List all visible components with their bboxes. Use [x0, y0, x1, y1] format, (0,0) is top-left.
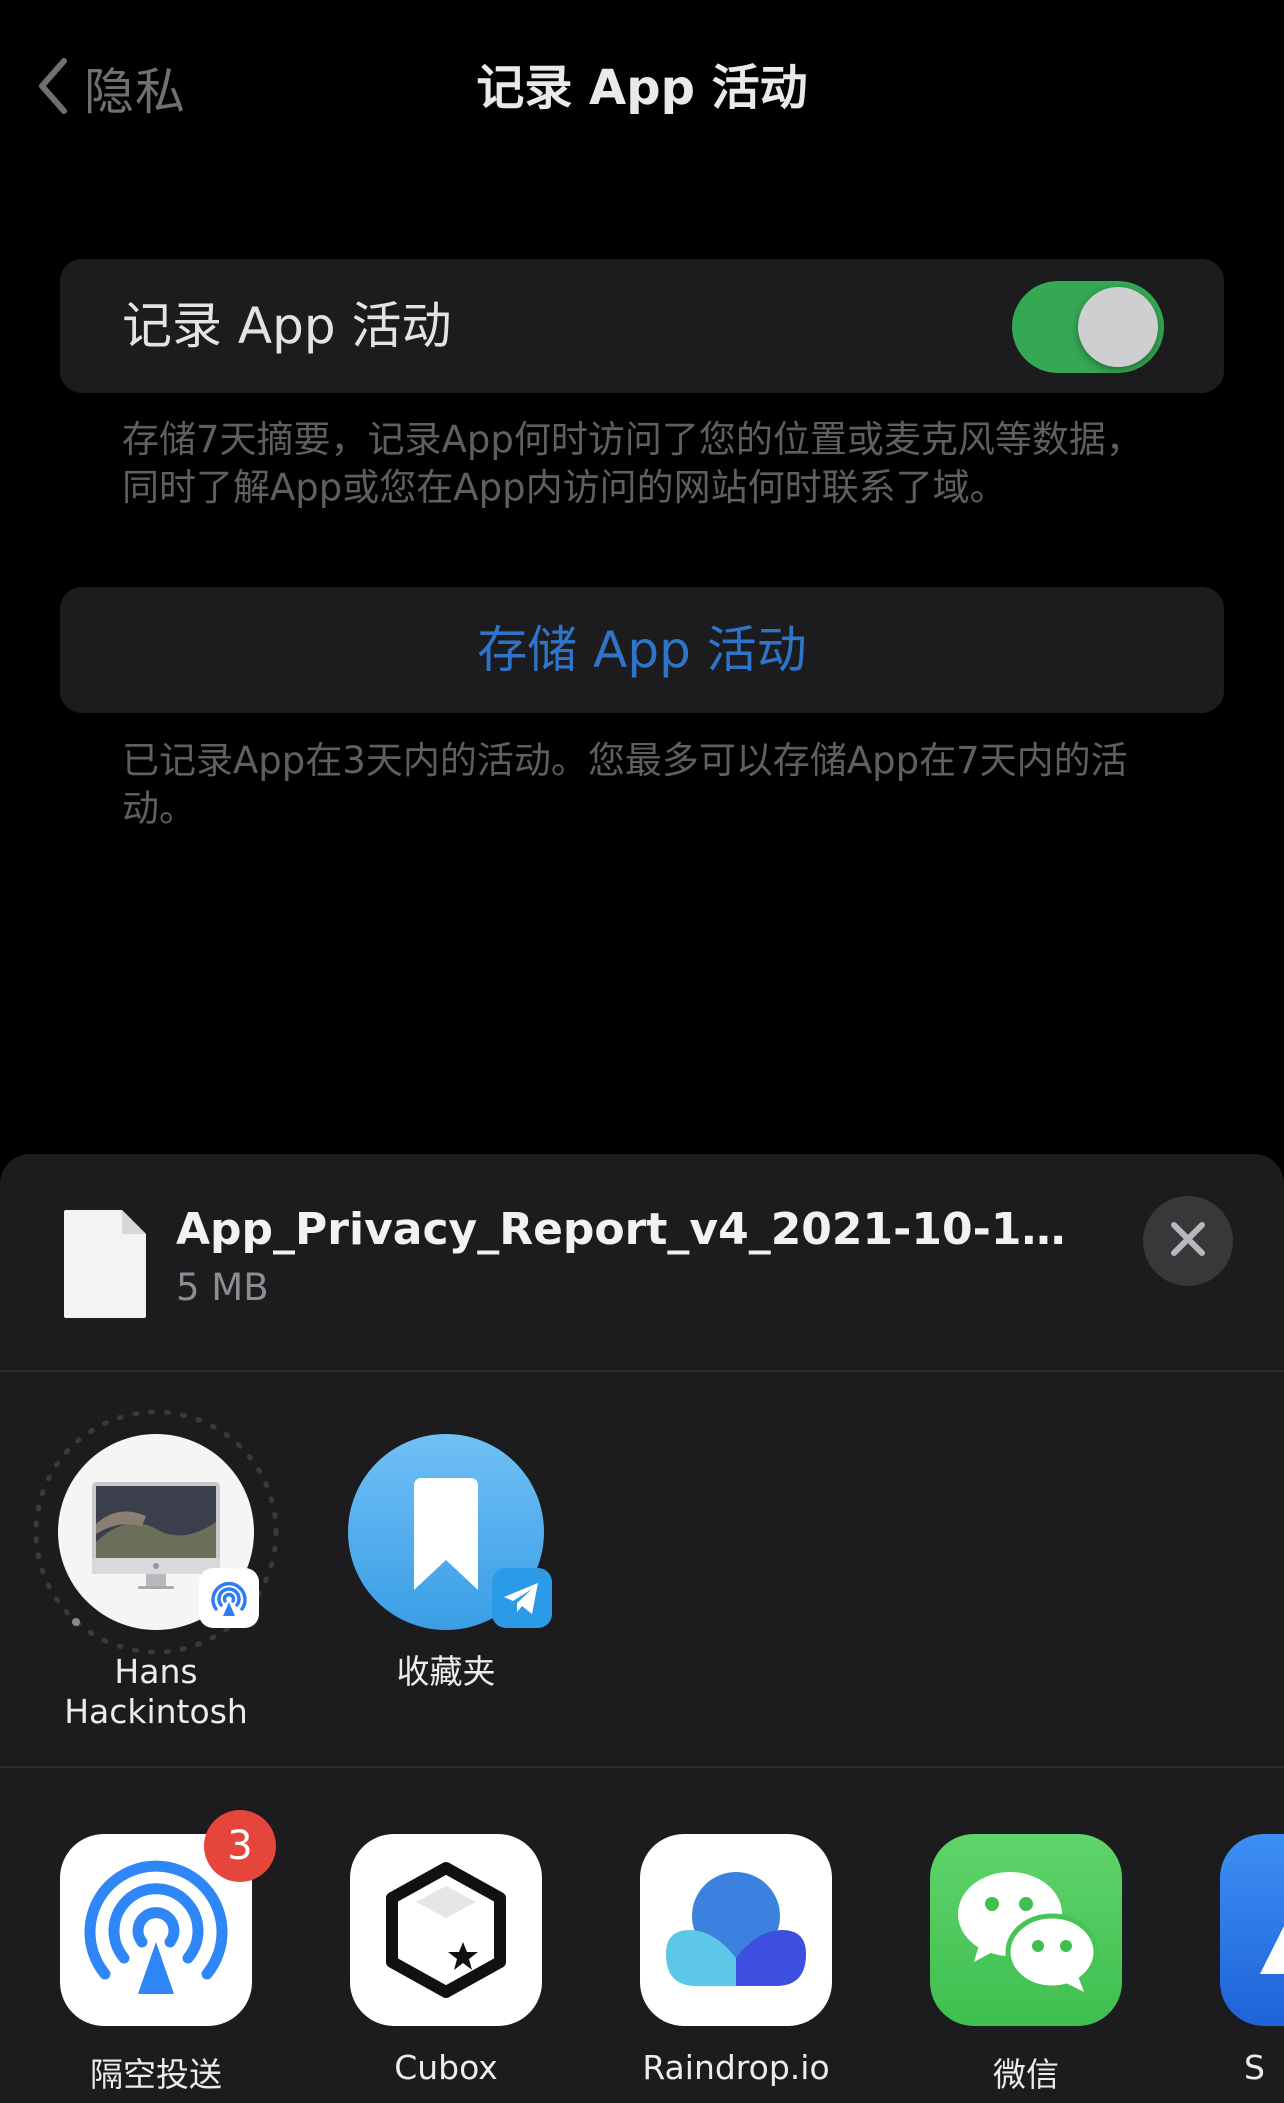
raindrop-icon [640, 1834, 832, 2026]
store-activity-button[interactable]: 存储 App 活动 [60, 587, 1224, 713]
cubox-icon [350, 1834, 542, 2026]
document-icon [62, 1208, 148, 1320]
app-label: S [1244, 2048, 1265, 2087]
toggle-knob [1078, 287, 1158, 367]
share-file-header: App_Privacy_Report_v4_2021-10-11T23... 5… [0, 1154, 1284, 1370]
screen: 隐私 记录 App 活动 记录 App 活动 存储7天摘要，记录App何时访问了… [0, 0, 1284, 2103]
app-label: Cubox [394, 2048, 498, 2087]
contact-name: 收藏夹 [396, 1652, 496, 1691]
app-label: 微信 [993, 2055, 1059, 2094]
file-name: App_Privacy_Report_v4_2021-10-11T23... [176, 1204, 1096, 1255]
safari-like-icon [1220, 1834, 1284, 2026]
share-sheet: App_Privacy_Report_v4_2021-10-11T23... 5… [0, 1154, 1284, 2103]
file-size: 5 MB [176, 1266, 269, 1309]
close-button[interactable] [1143, 1196, 1233, 1286]
wechat-icon [930, 1834, 1122, 2026]
page-title: 记录 App 活动 [476, 60, 808, 116]
divider [0, 1766, 1284, 1768]
record-activity-toggle[interactable] [1012, 281, 1164, 373]
notification-badge: 3 [204, 1810, 276, 1882]
store-activity-footnote: 已记录App在3天内的活动。您最多可以存储App在7天内的活动。 [122, 739, 1128, 830]
contact-name: Hans Hackintosh [64, 1652, 248, 1731]
airdrop-badge-icon [199, 1568, 259, 1628]
record-activity-footnote: 存储7天摘要，记录App何时访问了您的位置或麦克风等数据，同时了解App或您在A… [122, 418, 1143, 509]
app-label: 隔空投送 [90, 2055, 222, 2094]
app-label: Raindrop.io [642, 2048, 830, 2087]
record-activity-cell: 记录 App 活动 [60, 259, 1224, 393]
telegram-icon [492, 1568, 552, 1628]
divider [0, 1370, 1284, 1372]
record-activity-label: 记录 App 活动 [122, 297, 452, 355]
close-icon [1169, 1220, 1207, 1262]
store-activity-label: 存储 App 活动 [477, 621, 807, 679]
